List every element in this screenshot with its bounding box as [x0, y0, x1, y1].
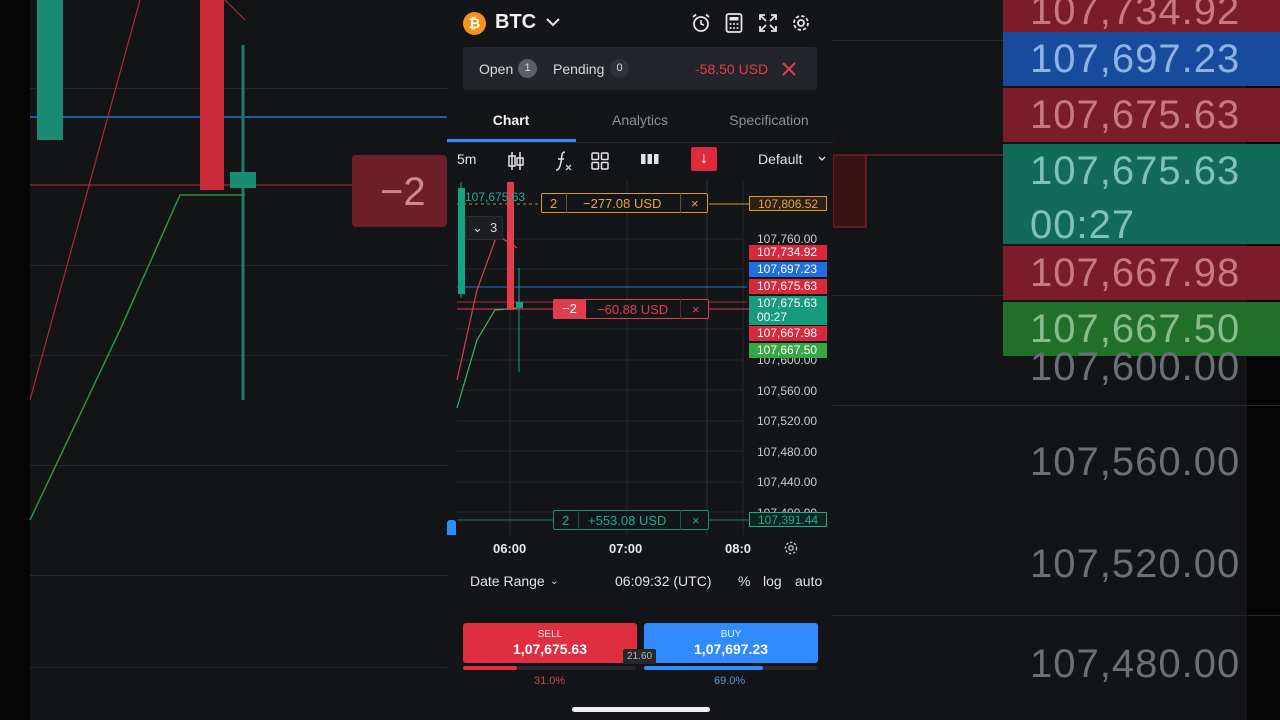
- order-qty: −2: [553, 299, 586, 319]
- order-pnl: −277.08 USD: [583, 196, 662, 211]
- y-tick: 107,440.00: [757, 475, 818, 489]
- stop-loss-order-line[interactable]: 2 +553.08 USD ×: [553, 510, 709, 530]
- app-header: ₿ BTC: [447, 0, 833, 46]
- sell-price-tag: 107,675.63: [749, 279, 827, 294]
- chart-footer: Date Range ⌄ 06:09:32 (UTC) % log auto: [447, 568, 833, 594]
- position-order-line[interactable]: −2 −60.88 USD ×: [553, 299, 709, 319]
- sell-button[interactable]: SELL 1,07,675.63: [463, 623, 637, 663]
- active-tab-indicator: [447, 139, 576, 142]
- positions-summary[interactable]: Open 1 Pending 0 -58.50 USD: [463, 47, 817, 90]
- chevron-down-icon[interactable]: ⌄: [550, 576, 558, 587]
- time-axis: 06:00 07:00 08:0: [447, 537, 833, 557]
- chart-settings-icon[interactable]: [783, 540, 799, 556]
- tab-chart[interactable]: Chart: [447, 112, 575, 128]
- date-range-button[interactable]: Date Range: [470, 573, 545, 589]
- x-tick: 06:00: [493, 541, 527, 556]
- candle-countdown: 00:27: [757, 310, 788, 324]
- open-label[interactable]: Open: [479, 61, 513, 77]
- total-pnl: -58.50 USD: [695, 61, 769, 77]
- low-green-price-tag: 107,667.50: [749, 343, 827, 358]
- timeframe-selector[interactable]: 5m: [457, 151, 476, 167]
- background-chart-left: −2: [0, 0, 447, 720]
- stop-loss-price-tag: 107,391.44: [749, 512, 827, 527]
- x-tick: 08:0: [725, 541, 752, 556]
- order-pnl: −60.88 USD: [597, 302, 669, 317]
- close-order-icon[interactable]: ×: [692, 511, 700, 531]
- close-order-icon[interactable]: ×: [691, 194, 699, 214]
- open-count-badge: 1: [518, 59, 537, 78]
- calculator-icon[interactable]: [723, 12, 745, 34]
- sell-price: 1,07,675.63: [513, 641, 587, 657]
- buy-sentiment-bar: [644, 666, 817, 670]
- x-tick: 07:00: [609, 541, 643, 556]
- background-chart-right: 107,734.92 107,697.23 107,675.63 107,675…: [833, 0, 1280, 720]
- y-tick: 107,560.00: [757, 384, 818, 398]
- buy-button[interactable]: BUY 1,07,697.23: [644, 623, 818, 663]
- buy-price-tag: 107,697.23: [749, 262, 827, 277]
- current-price-tag: 107,675.63 00:27: [749, 296, 827, 325]
- candlestick-icon[interactable]: [507, 151, 525, 171]
- pending-label[interactable]: Pending: [553, 61, 604, 77]
- chart-template-selector[interactable]: Default: [758, 151, 802, 167]
- layout-grid-icon[interactable]: [591, 152, 609, 170]
- price-chart[interactable]: 107,675.63 ⌄ 3 107,760.00 107,600.00 107,…: [447, 180, 833, 535]
- spread-value: 21.60: [623, 649, 656, 664]
- chart-toolbar: 5m ↓ Default: [447, 146, 833, 176]
- log-scale-toggle[interactable]: log: [763, 573, 782, 589]
- auto-scale-toggle[interactable]: auto: [795, 573, 822, 589]
- order-qty: 2: [562, 513, 570, 528]
- y-tick: 107,520.00: [757, 414, 818, 428]
- sell-sentiment-percent: 31.0%: [534, 675, 566, 687]
- sell-direction-button[interactable]: ↓: [691, 147, 717, 171]
- chevron-down-small-icon[interactable]: [817, 155, 827, 163]
- tab-bar: Chart Analytics Specification: [447, 100, 833, 143]
- order-qty: 2: [550, 196, 558, 211]
- buy-sentiment-percent: 69.0%: [714, 675, 746, 687]
- current-time: 06:09:32 (UTC): [615, 573, 712, 589]
- chevron-down-icon[interactable]: [543, 12, 563, 32]
- chevron-down-icon: ⌄: [472, 220, 483, 235]
- close-order-icon[interactable]: ×: [692, 300, 700, 320]
- alarm-icon[interactable]: [690, 12, 712, 34]
- home-indicator[interactable]: [572, 707, 710, 712]
- sell-sentiment-bar: [463, 666, 636, 670]
- take-profit-price-tag: 107,806.52: [749, 196, 827, 211]
- background-position-tag: −2: [380, 170, 426, 214]
- fullscreen-icon[interactable]: [757, 12, 779, 34]
- ask-high-price-tag: 107,734.92: [749, 245, 827, 260]
- bar-style-icon[interactable]: [640, 153, 660, 165]
- pending-count-badge: 0: [610, 59, 629, 78]
- tab-analytics[interactable]: Analytics: [576, 112, 704, 128]
- indicators-icon[interactable]: [554, 150, 572, 172]
- bitcoin-icon: ₿: [463, 12, 486, 35]
- buy-price: 1,07,697.23: [694, 641, 768, 657]
- symbol-selector[interactable]: BTC: [495, 11, 536, 34]
- close-all-icon[interactable]: [779, 59, 799, 79]
- order-pnl: +553.08 USD: [588, 513, 667, 528]
- tab-specification[interactable]: Specification: [705, 112, 833, 128]
- gear-icon[interactable]: [790, 12, 812, 34]
- indicator-group-toggle[interactable]: ⌄ 3: [465, 216, 503, 240]
- y-tick: 107,480.00: [757, 445, 818, 459]
- y-tick: 107,760.00: [757, 232, 818, 246]
- low-red-price-tag: 107,667.98: [749, 326, 827, 341]
- percent-scale-toggle[interactable]: %: [738, 573, 750, 589]
- trading-app: ₿ BTC Open 1 Pending 0 -58.50 USD Chart …: [447, 0, 833, 720]
- take-profit-order-line[interactable]: 2 −277.08 USD ×: [541, 193, 708, 213]
- last-price-label: 107,675.63: [465, 190, 526, 204]
